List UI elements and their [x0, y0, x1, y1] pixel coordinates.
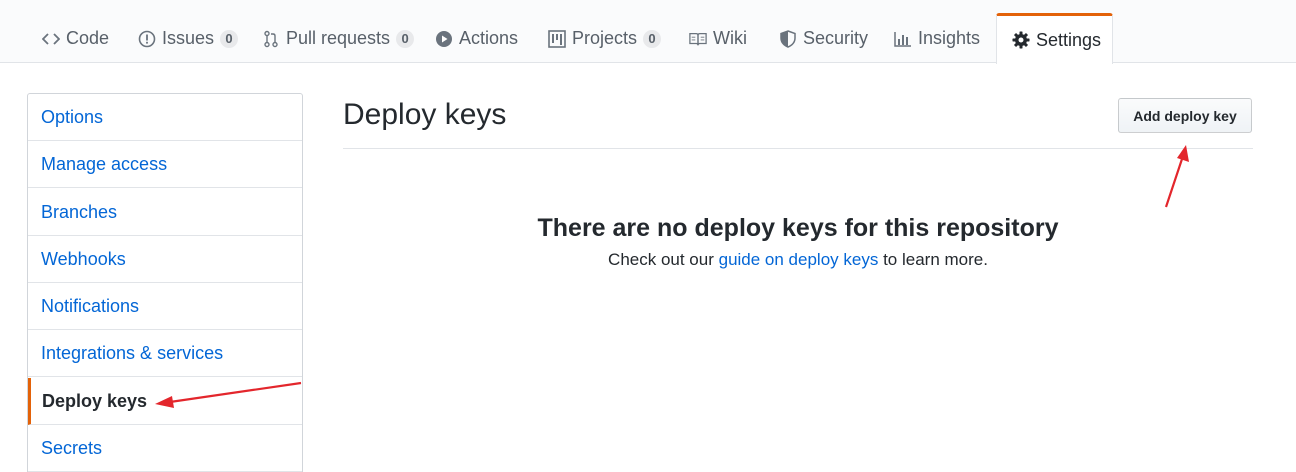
sidebar-item-webhooks[interactable]: Webhooks — [28, 236, 302, 283]
sidebar-item-label: Manage access — [41, 153, 168, 174]
tab-label: Actions — [459, 28, 519, 48]
page-title: Deploy keys — [343, 98, 507, 131]
tab-label: Pull requests — [286, 28, 391, 48]
tab-issues[interactable]: Issues 0 — [138, 14, 239, 63]
sidebar-item-deploy-keys[interactable]: Deploy keys — [28, 378, 302, 425]
tab-security[interactable]: Security — [779, 14, 868, 63]
tab-settings[interactable]: Settings — [996, 13, 1113, 64]
sidebar-item-label: Secrets — [41, 437, 103, 458]
settings-sidebar: Options Manage access Branches Webhooks … — [27, 93, 303, 472]
sidebar-item-label: Notifications — [41, 295, 140, 316]
issues-counter: 0 — [220, 29, 239, 48]
sidebar-item-label: Integrations & services — [41, 342, 224, 363]
blankslate-text: Check out our guide on deploy keys to le… — [343, 250, 1253, 270]
sidebar-item-label: Branches — [41, 201, 118, 222]
tab-code[interactable]: Code — [42, 14, 109, 63]
repo-nav-tabs: Code Issues 0 Pull requests 0 Actions Pr… — [0, 0, 1296, 64]
code-icon — [42, 30, 60, 48]
tab-label: Code — [66, 28, 110, 48]
sidebar-item-secrets[interactable]: Secrets — [28, 425, 302, 472]
tab-projects[interactable]: Projects 0 — [548, 14, 662, 63]
blankslate-heading: There are no deploy keys for this reposi… — [537, 214, 1059, 242]
deploy-keys-guide-link[interactable]: guide on deploy keys — [719, 250, 879, 269]
blankslate-text-after: to learn more. — [878, 250, 988, 269]
tab-label: Wiki — [713, 28, 747, 48]
pull-request-icon — [262, 30, 280, 48]
sidebar-item-label: Webhooks — [41, 248, 126, 269]
tab-wiki[interactable]: Wiki — [689, 14, 747, 63]
tab-label: Projects — [572, 28, 638, 48]
tab-pull-requests[interactable]: Pull requests 0 — [262, 14, 415, 63]
sidebar-item-label: Options — [41, 106, 104, 127]
sidebar-item-label: Deploy keys — [42, 390, 148, 411]
project-icon — [548, 29, 566, 48]
title-divider — [343, 148, 1253, 149]
blankslate-text-before: Check out our — [608, 250, 719, 269]
issue-icon — [138, 30, 156, 48]
tab-label: Insights — [918, 28, 981, 48]
book-icon — [689, 30, 707, 48]
pull-requests-counter: 0 — [396, 29, 415, 48]
sidebar-item-notifications[interactable]: Notifications — [28, 283, 302, 330]
shield-icon — [779, 29, 797, 48]
tab-actions[interactable]: Actions — [435, 14, 518, 63]
projects-counter: 0 — [643, 29, 662, 48]
gear-icon — [1012, 31, 1030, 49]
tab-label: Issues — [162, 28, 215, 48]
sidebar-item-branches[interactable]: Branches — [28, 189, 302, 236]
annotation-arrow-add-button — [1164, 145, 1189, 208]
graph-icon — [894, 30, 912, 48]
tab-insights[interactable]: Insights — [894, 14, 980, 63]
sidebar-item-integrations[interactable]: Integrations & services — [28, 330, 302, 377]
tab-label: Settings — [1036, 29, 1102, 50]
play-icon — [435, 30, 453, 48]
tab-label: Security — [803, 28, 869, 48]
sidebar-item-manage-access[interactable]: Manage access — [28, 141, 302, 188]
add-deploy-key-button[interactable]: Add deploy key — [1118, 98, 1252, 133]
sidebar-item-options[interactable]: Options — [28, 94, 302, 141]
